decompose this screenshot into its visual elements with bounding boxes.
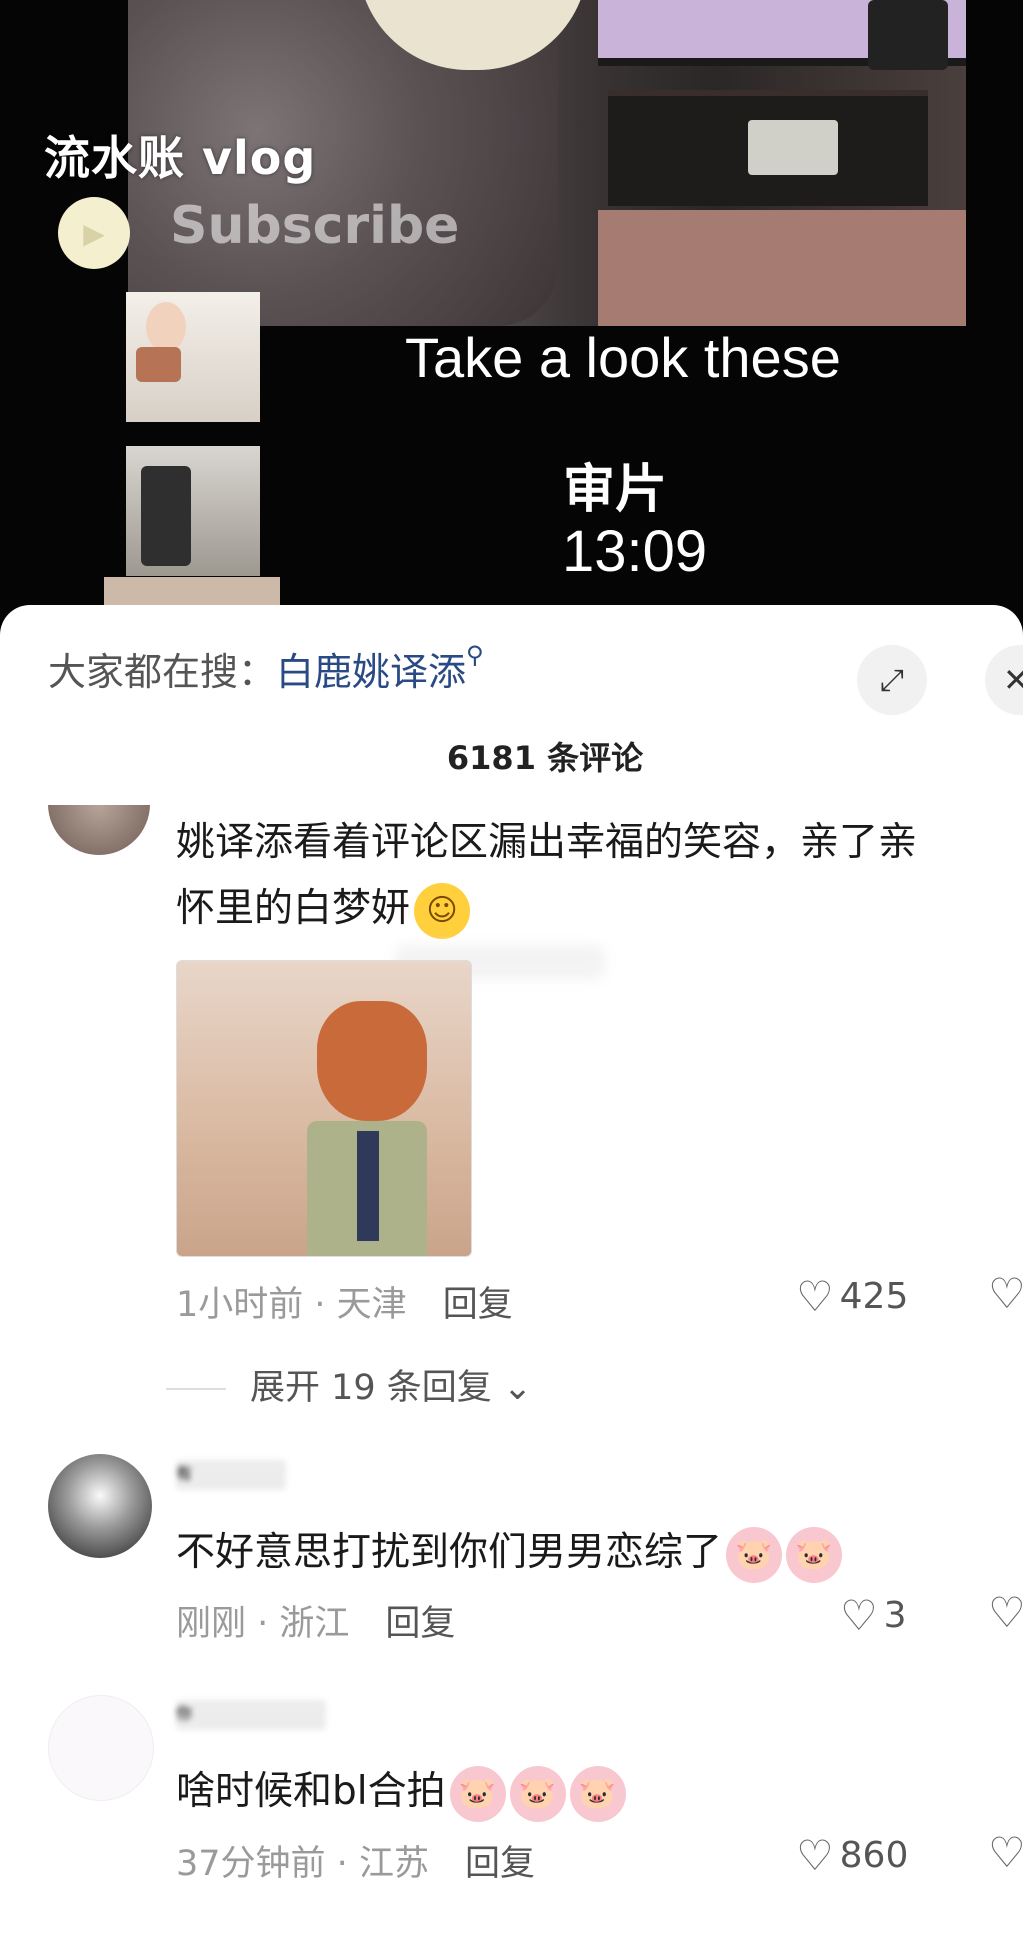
reply-button[interactable]: 回复 bbox=[385, 1604, 455, 1644]
comment-text: 啥时候和bl合拍 🐷 🐷 🐷 bbox=[176, 1759, 626, 1825]
pig-emoji-icon: 🐷 bbox=[726, 1526, 783, 1583]
comment-location: 江苏 bbox=[358, 1844, 429, 1884]
expand-icon[interactable]: ⤢ bbox=[857, 645, 927, 715]
dislike-icon[interactable]: ♡ bbox=[988, 1828, 1023, 1877]
expand-replies-label: 展开 19 条回复 bbox=[250, 1368, 492, 1408]
grin-emoji-icon: ☺ bbox=[414, 882, 471, 939]
comment-meta: 37分钟前 · 江苏 回复 bbox=[176, 1844, 535, 1884]
like-button[interactable]: ♡ 3 bbox=[840, 1591, 907, 1640]
dislike-icon[interactable]: ♡ bbox=[988, 1269, 1023, 1318]
like-count: 425 bbox=[839, 1276, 909, 1317]
segment-time: 13:09 bbox=[562, 519, 708, 584]
segment-label: 审片 bbox=[563, 460, 668, 520]
chevron-down-icon: ⌄ bbox=[491, 1368, 533, 1408]
thumbnail-face bbox=[146, 302, 186, 352]
comment-text-content: 不好意思打扰到你们男男恋综了 bbox=[176, 1530, 723, 1575]
video-thumbnail-selfie bbox=[126, 292, 260, 422]
pig-emoji-icon: 🐷 bbox=[786, 1526, 843, 1583]
like-count: 860 bbox=[839, 1835, 909, 1876]
comment-location: 天津 bbox=[336, 1285, 407, 1325]
heart-icon: ♡ bbox=[796, 1831, 834, 1880]
trending-search-prefix: 大家都在搜： bbox=[48, 650, 277, 694]
like-count: 3 bbox=[883, 1595, 907, 1636]
comment-time: 刚刚 bbox=[176, 1604, 247, 1644]
trending-search-row[interactable]: 大家都在搜：白鹿姚译添⚲ bbox=[48, 641, 484, 696]
thumbnail-machine bbox=[141, 466, 191, 566]
heart-icon: ♡ bbox=[796, 1272, 834, 1321]
search-icon: ⚲ bbox=[466, 641, 484, 669]
pig-emoji-icon: 🐷 bbox=[569, 1765, 626, 1822]
video-thumbnail-gym bbox=[126, 446, 260, 576]
comment-text-line: 姚译添看着评论区漏出幸福的笑容，亲了亲 bbox=[176, 820, 918, 865]
dislike-icon[interactable]: ♡ bbox=[988, 1588, 1023, 1637]
trending-search-keyword[interactable]: 白鹿姚译添 bbox=[276, 650, 466, 694]
comment-location: 浙江 bbox=[279, 1604, 350, 1644]
avatar[interactable] bbox=[48, 1454, 152, 1558]
comment-meta: 1小时前 · 天津 回复 bbox=[176, 1285, 513, 1325]
avatar[interactable] bbox=[48, 1695, 154, 1801]
comment-text-content: 啥时候和bl合拍 bbox=[176, 1769, 446, 1814]
comment-time: 1小时前 bbox=[176, 1285, 304, 1325]
pig-emoji-icon: 🐷 bbox=[509, 1765, 566, 1822]
username-blurred[interactable]: 有 bbox=[176, 1460, 286, 1490]
fox-head bbox=[317, 1001, 427, 1121]
reply-button[interactable]: 回复 bbox=[443, 1285, 513, 1325]
comment-text: 不好意思打扰到你们男男恋综了 🐷 🐷 bbox=[176, 1520, 843, 1586]
speaker bbox=[868, 0, 948, 70]
comment-count: 6181 条评论 bbox=[446, 739, 644, 777]
comment-text-line: 怀里的白梦妍 bbox=[176, 886, 411, 931]
subscribe-overlay: Subscribe bbox=[170, 196, 460, 256]
comment-meta: 刚刚 · 浙江 回复 bbox=[176, 1604, 456, 1644]
username-blurred[interactable]: 你 bbox=[176, 1700, 326, 1730]
comment-text: 姚译添看着评论区漏出幸福的笑容，亲了亲 怀里的白梦妍 ☺ bbox=[176, 810, 917, 942]
video-title-overlay: 流水账 vlog bbox=[44, 131, 317, 185]
fox-sticker-image[interactable] bbox=[176, 960, 472, 1257]
expand-replies-button[interactable]: 展开 19 条回复 ⌄ bbox=[166, 1359, 532, 1410]
like-button[interactable]: ♡ 860 bbox=[796, 1831, 908, 1880]
video-player[interactable]: 流水账 vlog ▶ Subscribe Take a look these 审… bbox=[0, 0, 1023, 620]
play-icon[interactable]: ▶ bbox=[58, 197, 130, 269]
pig-emoji-icon: 🐷 bbox=[449, 1765, 506, 1822]
divider bbox=[166, 1388, 226, 1390]
like-button[interactable]: ♡ 425 bbox=[796, 1272, 908, 1321]
comment-time: 37分钟前 bbox=[176, 1844, 326, 1884]
comment-sheet: 大家都在搜：白鹿姚译添⚲ ⤢ ✕ 6181 条评论 姚译添看着评论区漏出幸福的笑… bbox=[0, 605, 1023, 1942]
fox-tie bbox=[357, 1131, 379, 1241]
desk bbox=[598, 210, 966, 326]
reply-button[interactable]: 回复 bbox=[465, 1844, 535, 1884]
heart-icon: ♡ bbox=[840, 1591, 878, 1640]
thumbnail-phone bbox=[136, 347, 181, 382]
audio-device bbox=[748, 120, 838, 175]
close-icon[interactable]: ✕ bbox=[985, 645, 1023, 715]
video-caption: Take a look these bbox=[405, 326, 841, 389]
